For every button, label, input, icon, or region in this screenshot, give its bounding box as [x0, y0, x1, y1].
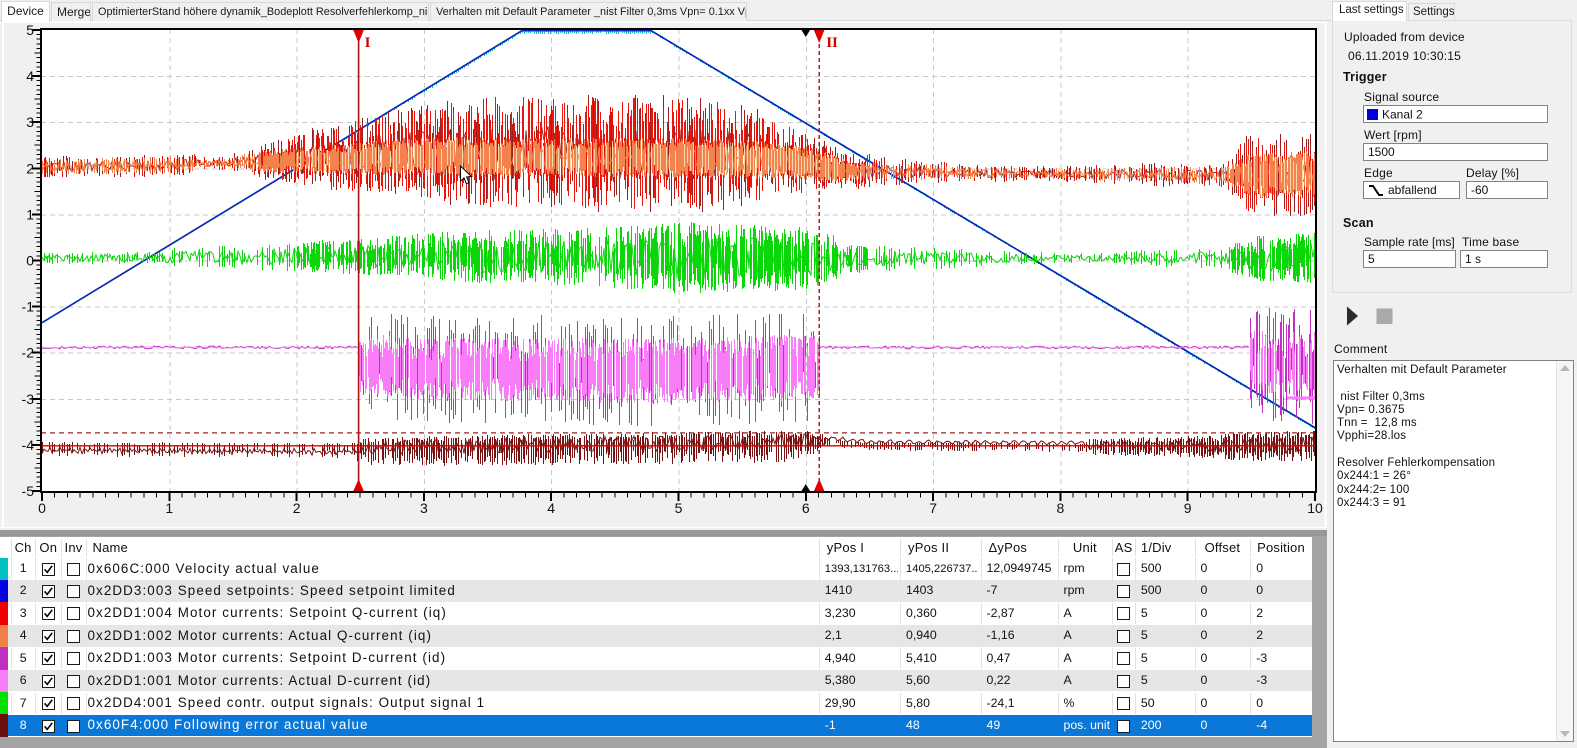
svg-text:5: 5 [26, 22, 34, 38]
svg-text:6: 6 [802, 500, 810, 516]
svg-text:3: 3 [420, 500, 428, 516]
svg-text:I: I [365, 35, 371, 51]
svg-text:-1: -1 [22, 299, 35, 315]
svg-text:II: II [826, 35, 838, 51]
svg-text:10: 10 [1307, 500, 1323, 516]
svg-text:0: 0 [26, 253, 34, 269]
svg-text:1: 1 [165, 500, 173, 516]
svg-text:4: 4 [26, 68, 34, 84]
svg-text:-4: -4 [22, 437, 35, 453]
svg-text:7: 7 [929, 500, 937, 516]
svg-text:-2: -2 [22, 345, 35, 361]
svg-text:1: 1 [26, 206, 34, 222]
svg-text:4: 4 [547, 500, 555, 516]
svg-text:8: 8 [1057, 500, 1065, 516]
svg-text:2: 2 [26, 160, 34, 176]
svg-text:-3: -3 [22, 391, 35, 407]
svg-text:5: 5 [675, 500, 683, 516]
svg-text:2: 2 [293, 500, 301, 516]
svg-text:9: 9 [1184, 500, 1192, 516]
svg-text:-5: -5 [22, 483, 35, 499]
svg-text:3: 3 [26, 114, 34, 130]
svg-text:0: 0 [38, 500, 46, 516]
